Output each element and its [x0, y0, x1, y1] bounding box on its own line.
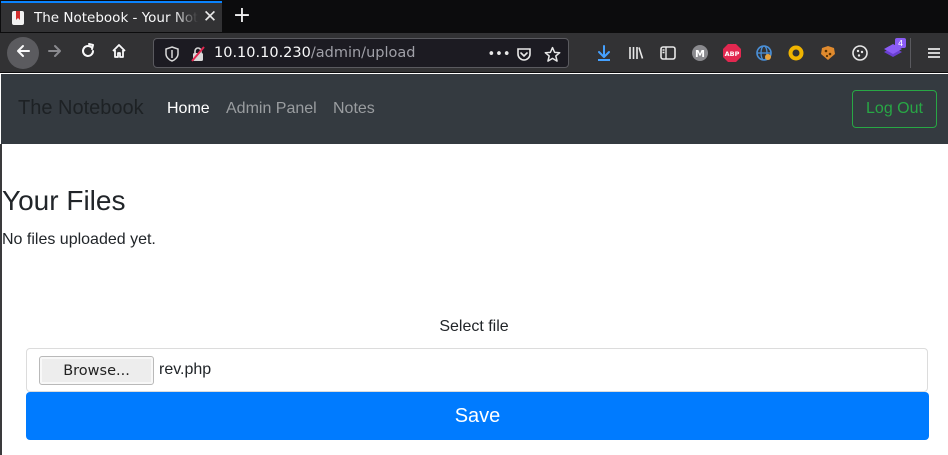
- forward-button[interactable]: [41, 39, 69, 67]
- cookie-manager-icon[interactable]: [850, 43, 870, 63]
- home-icon: [110, 42, 128, 64]
- cookie-extension-icon[interactable]: [818, 43, 838, 63]
- file-select-label: Select file: [439, 318, 509, 335]
- nav-link-notes[interactable]: Notes: [333, 100, 375, 118]
- selected-file-name: rev.php: [159, 361, 212, 378]
- save-button[interactable]: Save: [26, 392, 929, 440]
- sidebar-icon[interactable]: [658, 43, 678, 63]
- nav-link-admin-panel[interactable]: Admin Panel: [226, 100, 317, 118]
- browse-button[interactable]: Browse...: [39, 356, 154, 385]
- insecure-lock-icon[interactable]: [189, 45, 207, 63]
- nav-link-home[interactable]: Home: [167, 100, 210, 118]
- browser-tab[interactable]: The Notebook - Your Notes ✕: [1, 1, 222, 32]
- extension-badge-count: 4: [898, 39, 903, 48]
- downloads-icon[interactable]: [594, 43, 614, 63]
- address-bar[interactable]: 10.10.10.230/admin/upload •••: [153, 38, 569, 68]
- empty-files-message: No files uploaded yet.: [2, 231, 156, 248]
- forward-arrow-icon: [46, 42, 64, 64]
- tab-title: The Notebook - Your Notes: [34, 9, 198, 26]
- browser-toolbar: 10.10.10.230/admin/upload ••• M ABP 4: [0, 33, 948, 73]
- bookmark-star-icon[interactable]: [543, 45, 561, 63]
- reload-icon: [79, 42, 97, 64]
- home-button[interactable]: [105, 39, 133, 67]
- pocket-icon[interactable]: [515, 45, 533, 63]
- page-title: Your Files: [2, 185, 126, 216]
- library-icon[interactable]: [626, 43, 646, 63]
- site-brand[interactable]: The Notebook: [18, 97, 144, 120]
- site-navbar: The Notebook Home Admin Panel Notes Log …: [1, 74, 948, 144]
- tab-strip: The Notebook - Your Notes ✕ +: [0, 0, 948, 33]
- circle-extension-icon[interactable]: [786, 43, 806, 63]
- globe-extension-icon[interactable]: [754, 43, 774, 63]
- svg-text:M: M: [695, 49, 705, 60]
- adblock-plus-icon[interactable]: ABP: [722, 43, 742, 63]
- toolbar-separator: [910, 38, 911, 68]
- new-tab-button[interactable]: +: [232, 4, 252, 28]
- shield-icon[interactable]: [163, 45, 181, 63]
- file-input[interactable]: Browse... rev.php: [26, 348, 928, 392]
- extension-m-icon[interactable]: M: [690, 43, 710, 63]
- back-arrow-icon: [14, 42, 32, 64]
- svg-text:ABP: ABP: [725, 50, 740, 58]
- menu-icon[interactable]: [924, 43, 944, 63]
- tab-close-icon[interactable]: ✕: [202, 9, 218, 26]
- reload-button[interactable]: [74, 39, 102, 67]
- logout-button[interactable]: Log Out: [852, 90, 937, 128]
- url-text: 10.10.10.230/admin/upload: [214, 45, 415, 61]
- url-host: 10.10.10.230: [214, 45, 311, 61]
- page-actions-icon[interactable]: •••: [488, 45, 511, 63]
- layers-extension-icon[interactable]: 4: [882, 38, 906, 62]
- back-button[interactable]: [7, 37, 39, 69]
- url-path: /admin/upload: [310, 45, 416, 61]
- notebook-favicon-icon: [10, 10, 26, 26]
